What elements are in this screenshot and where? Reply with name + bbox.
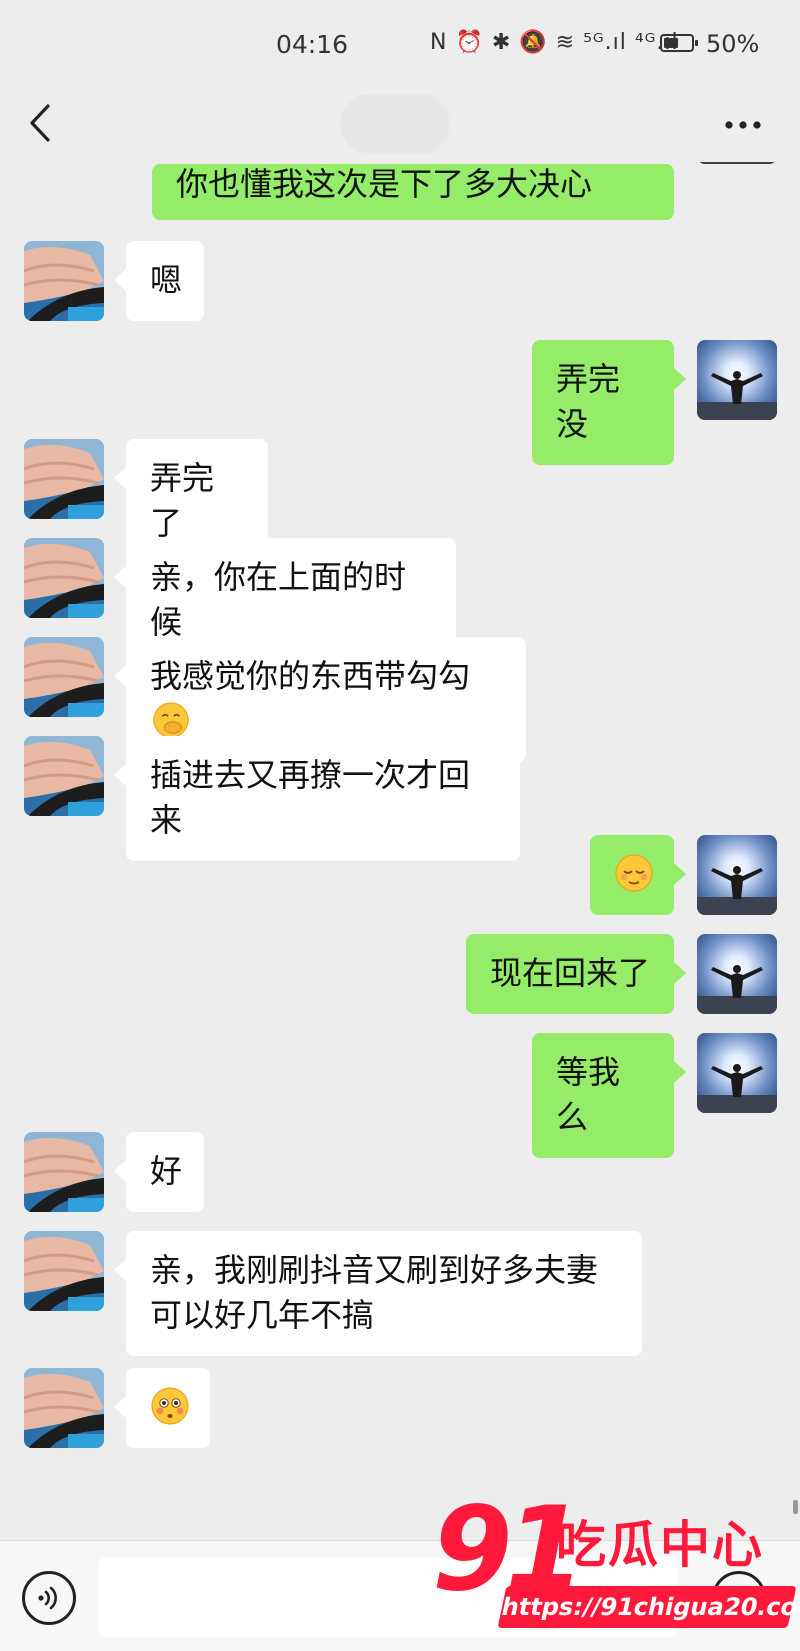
own-avatar[interactable] xyxy=(697,162,777,164)
message-text: 弄完没 xyxy=(556,360,621,443)
contact-avatar[interactable] xyxy=(24,538,104,618)
own-avatar[interactable] xyxy=(697,340,777,420)
contact-avatar[interactable] xyxy=(24,1231,104,1311)
emoji-button[interactable] xyxy=(712,1571,766,1625)
contact-avatar[interactable] xyxy=(24,241,104,321)
message-bubble[interactable]: 亲，我刚刷抖音又刷到好多夫妻可以好几年不搞 xyxy=(114,1231,642,1356)
message-bubble[interactable]: 现在回来了 xyxy=(466,934,686,1014)
more-button[interactable] xyxy=(718,100,768,146)
nav-bar xyxy=(0,92,800,162)
battery-percent: 50% xyxy=(706,30,760,58)
sun-hat-avatar-image xyxy=(24,241,104,321)
sun-silhouette-avatar-image xyxy=(697,1033,777,1113)
sun-hat-avatar-image xyxy=(24,736,104,816)
back-button[interactable] xyxy=(22,100,62,146)
battery-tip xyxy=(695,40,698,46)
chat-screen: 04:16 N ⏰ ✱ 🔕 ≋ ⁵ᴳ.ıl ⁴ᴳ.ıl 50% 你也懂我这次是下… xyxy=(0,0,800,1651)
sun-silhouette-avatar-image xyxy=(697,340,777,420)
message-text: 亲，你在上面的时候 xyxy=(150,558,407,641)
contact-avatar[interactable] xyxy=(24,637,104,717)
emoji-wrapper xyxy=(614,854,654,893)
message-bubble[interactable] xyxy=(114,1368,210,1448)
message-list[interactable]: 你也懂我这次是下了多大决心嗯弄完没弄完了亲，你在上面的时候我感觉你的东西带勾勾插… xyxy=(0,162,800,1540)
contact-avatar[interactable] xyxy=(24,736,104,816)
sun-hat-avatar-image xyxy=(24,1132,104,1212)
sun-silhouette-avatar-image xyxy=(697,835,777,915)
message-text: 亲，我刚刷抖音又刷到好多夫妻可以好几年不搞 xyxy=(150,1251,599,1334)
relieved-face-emoji xyxy=(615,854,653,892)
status-time: 04:16 xyxy=(276,30,349,59)
voice-icon xyxy=(38,1586,57,1610)
sun-hat-avatar-image xyxy=(24,1231,104,1311)
message-bubble[interactable]: 你也懂我这次是下了多大决心 xyxy=(152,164,674,220)
own-avatar[interactable] xyxy=(697,835,777,915)
message-text: 现在回来了 xyxy=(490,954,651,992)
contact-avatar[interactable] xyxy=(24,1132,104,1212)
chat-title-blurred xyxy=(340,94,450,154)
sun-hat-avatar-image xyxy=(24,1368,104,1448)
blush-hand-emoji xyxy=(153,702,189,738)
message-text: 我感觉你的东西带勾勾 xyxy=(150,657,471,695)
own-avatar[interactable] xyxy=(697,1033,777,1113)
battery-fill xyxy=(664,38,678,48)
sun-hat-avatar-image xyxy=(24,538,104,618)
status-bar: 04:16 N ⏰ ✱ 🔕 ≋ ⁵ᴳ.ıl ⁴ᴳ.ıl 50% xyxy=(0,0,800,92)
sun-silhouette-avatar-image xyxy=(697,162,777,164)
sun-hat-avatar-image xyxy=(24,637,104,717)
battery-icon xyxy=(660,34,698,52)
message-bubble[interactable]: 等我么 xyxy=(532,1033,686,1158)
message-text: 插进去又再撩一次才回来 xyxy=(150,756,471,839)
scrollbar[interactable] xyxy=(793,1500,798,1514)
message-bubble[interactable] xyxy=(590,835,686,915)
own-avatar[interactable] xyxy=(697,934,777,1014)
emoji-wrapper xyxy=(150,702,190,740)
ellipsis-icon xyxy=(725,121,761,129)
message-text: 弄完了 xyxy=(150,459,215,542)
message-bubble[interactable]: 嗯 xyxy=(114,241,204,321)
sun-silhouette-avatar-image xyxy=(697,934,777,1014)
voice-button[interactable] xyxy=(22,1571,76,1625)
message-input[interactable] xyxy=(98,1557,678,1637)
message-bubble[interactable]: 好 xyxy=(114,1132,204,1212)
input-bar xyxy=(0,1540,800,1651)
message-bubble[interactable]: 插进去又再撩一次才回来 xyxy=(114,736,520,861)
message-text: 等我么 xyxy=(556,1053,621,1136)
sun-hat-avatar-image xyxy=(24,439,104,519)
emoji-wrapper xyxy=(150,1387,190,1426)
flushed-face-emoji xyxy=(151,1387,189,1425)
message-bubble[interactable]: 弄完没 xyxy=(532,340,686,465)
message-text: 你也懂我这次是下了多大决心 xyxy=(176,165,593,203)
status-icons: N ⏰ ✱ 🔕 ≋ ⁵ᴳ.ıl ⁴ᴳ.ıl xyxy=(430,30,679,55)
message-text: 好 xyxy=(150,1152,183,1190)
contact-avatar[interactable] xyxy=(24,1368,104,1448)
contact-avatar[interactable] xyxy=(24,439,104,519)
message-text: 嗯 xyxy=(150,261,183,299)
chevron-left-icon xyxy=(30,104,50,142)
